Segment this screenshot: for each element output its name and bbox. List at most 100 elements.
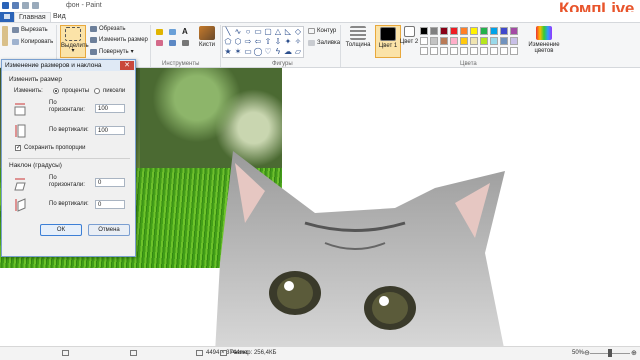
undo-icon[interactable] <box>22 2 29 9</box>
palette-swatch[interactable] <box>430 37 438 45</box>
quick-access-toolbar <box>2 2 39 9</box>
skew-section-title: Наклон (градусы) <box>9 162 62 169</box>
palette-swatch[interactable] <box>490 37 498 45</box>
brushes-label: Кисти <box>199 42 215 48</box>
palette-swatch[interactable] <box>440 27 448 35</box>
tab-view[interactable]: Вид <box>49 12 70 22</box>
paste-button[interactable] <box>2 26 8 46</box>
palette-swatch[interactable] <box>500 27 508 35</box>
ok-button[interactable]: ОК <box>40 224 82 236</box>
tab-home[interactable]: Главная <box>14 12 51 22</box>
palette-swatch-empty[interactable] <box>460 47 468 55</box>
palette-swatch-empty[interactable] <box>470 47 478 55</box>
palette-swatch[interactable] <box>500 37 508 45</box>
horizontal-field[interactable]: 100 <box>95 104 125 113</box>
outline-button[interactable]: Контур <box>308 28 336 34</box>
ribbon-divider <box>340 25 341 67</box>
pixels-radio[interactable] <box>94 88 100 94</box>
copy-button[interactable]: Копировать <box>12 39 53 45</box>
resize-button[interactable]: Изменить размер <box>90 37 148 43</box>
palette-swatch[interactable] <box>490 27 498 35</box>
palette-swatch[interactable] <box>420 37 428 45</box>
crop-label: Обрезать <box>99 26 126 32</box>
rotate-icon <box>90 48 97 55</box>
palette-swatch[interactable] <box>440 37 448 45</box>
skew-horizontal-label: По горизонтали: <box>49 175 85 188</box>
kitten-image <box>215 151 505 346</box>
thickness-icon <box>350 26 366 40</box>
cancel-button[interactable]: Отмена <box>88 224 130 236</box>
percent-radio[interactable] <box>53 88 59 94</box>
redo-icon[interactable] <box>32 2 39 9</box>
palette-swatch[interactable] <box>480 27 488 35</box>
pencil-icon[interactable] <box>156 28 163 35</box>
file-size: Размер: 256,4КБ <box>230 350 277 356</box>
brushes-button[interactable]: Кисти <box>194 25 220 58</box>
vertical-field[interactable]: 100 <box>95 126 125 135</box>
save-icon[interactable] <box>12 2 19 9</box>
cut-button[interactable]: Вырезать <box>12 27 48 33</box>
zoom-out-icon[interactable]: ⊖ <box>584 349 590 357</box>
palette-swatch-empty[interactable] <box>500 47 508 55</box>
dialog-title-bar[interactable]: Изменение размеров и наклона ✕ <box>2 60 135 71</box>
palette-swatch[interactable] <box>450 37 458 45</box>
palette-swatch[interactable] <box>470 27 478 35</box>
palette-swatch-empty[interactable] <box>510 47 518 55</box>
rotate-button[interactable]: Повернуть ▾ <box>90 48 134 55</box>
zoom-slider-thumb[interactable] <box>608 349 612 357</box>
skew-vertical-field[interactable]: 0 <box>95 200 125 209</box>
copy-icon <box>12 39 19 45</box>
tools-group-label: Инструменты <box>162 61 200 67</box>
palette-swatch[interactable] <box>510 37 518 45</box>
close-icon[interactable]: ✕ <box>120 61 134 70</box>
select-icon <box>65 27 81 41</box>
thickness-button[interactable]: Толщина <box>344 25 372 58</box>
palette-swatch[interactable] <box>460 27 468 35</box>
palette-swatch-empty[interactable] <box>430 47 438 55</box>
shapes-gallery[interactable]: ╲ ∿ ○ ▭ ▢ △ ◺ ◇ ⬠ ⬡ ⇨ ⇦ ⇧ ⇩ ✦ ✧ ★ ✶ ▭ ◯ ♡ ϟ ☁ ▱ <box>222 26 304 58</box>
palette-swatch[interactable] <box>430 27 438 35</box>
palette-swatch[interactable] <box>470 37 478 45</box>
palette-swatch-empty[interactable] <box>490 47 498 55</box>
palette-swatch-empty[interactable] <box>480 47 488 55</box>
fill-button[interactable]: Заливка <box>308 40 340 46</box>
color-picker-icon[interactable] <box>169 40 176 46</box>
color2-swatch <box>403 26 415 37</box>
horizontal-resize-icon <box>14 103 26 116</box>
copy-label: Копировать <box>21 39 54 45</box>
palette-swatch[interactable] <box>510 27 518 35</box>
palette-swatch-empty[interactable] <box>450 47 458 55</box>
tab-file[interactable] <box>0 12 14 22</box>
select-label: Выделить <box>61 43 89 49</box>
paint-app-icon[interactable] <box>2 2 9 9</box>
shape-fill-icon <box>308 40 315 46</box>
scissors-icon <box>12 27 19 33</box>
rainbow-icon <box>536 26 552 40</box>
palette-swatch[interactable] <box>460 37 468 45</box>
palette-swatch[interactable] <box>450 27 458 35</box>
color2-label: Цвет 2 <box>399 39 419 45</box>
palette-swatch[interactable] <box>480 37 488 45</box>
palette-swatch-empty[interactable] <box>440 47 448 55</box>
magnifier-icon[interactable] <box>182 40 189 46</box>
colors-group-label: Цвета <box>460 61 477 67</box>
palette-swatch-empty[interactable] <box>420 47 428 55</box>
paste-icon <box>2 26 8 46</box>
select-button[interactable]: Выделить ▾ <box>60 25 89 58</box>
edit-colors-button[interactable]: Изменение цветов <box>527 25 561 58</box>
keep-ratio-checkbox[interactable]: ✓ <box>15 145 21 151</box>
window-title: фон - Paint <box>66 2 102 9</box>
text-tool-icon[interactable]: A <box>182 27 188 36</box>
resize-section-title: Изменить размер <box>9 76 62 83</box>
palette-swatch[interactable] <box>420 27 428 35</box>
chevron-down-icon: ▾ <box>71 48 75 54</box>
zoom-in-icon[interactable]: ⊕ <box>631 349 637 357</box>
fill-label: Заливка <box>317 40 341 46</box>
eraser-icon[interactable] <box>156 40 163 46</box>
file-size-item: Размер: 256,4КБ <box>220 350 276 356</box>
crop-button[interactable]: Обрезать <box>90 26 125 32</box>
color1-swatch <box>380 27 396 41</box>
color2-button[interactable]: Цвет 2 <box>396 25 422 58</box>
skew-horizontal-field[interactable]: 0 <box>95 178 125 187</box>
fill-icon[interactable] <box>169 28 176 35</box>
